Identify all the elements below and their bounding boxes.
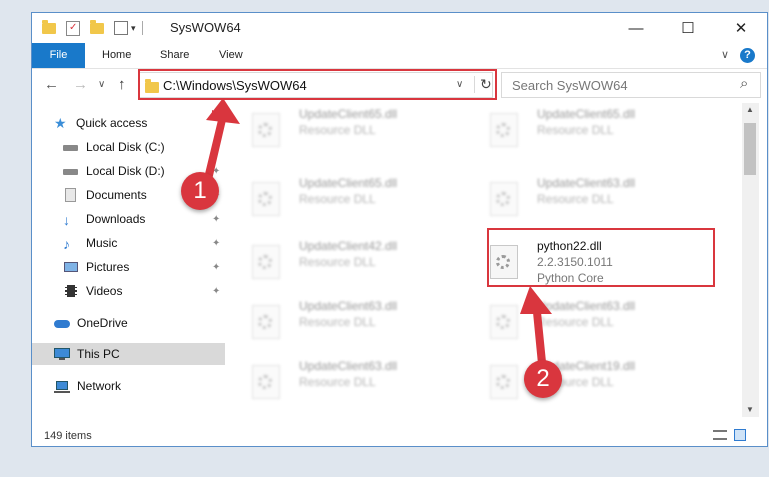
sidebar-item-label: OneDrive (77, 316, 128, 330)
list-item[interactable]: UpdateClient65.dll Resource DLL (232, 107, 452, 159)
title-separator (141, 21, 143, 35)
sidebar-item-onedrive[interactable]: OneDrive (32, 312, 225, 334)
network-icon (54, 379, 70, 393)
tab-view[interactable]: View (219, 43, 243, 68)
dll-file-icon (490, 305, 518, 339)
status-bar: 149 items (32, 426, 767, 448)
sidebar-item-label: Music (86, 236, 118, 250)
sidebar-item-label: Documents (86, 188, 147, 202)
list-item[interactable]: UpdateClient63.dll Resource DLL (232, 299, 452, 351)
window-title: SysWOW64 (170, 20, 241, 35)
tab-home[interactable]: Home (102, 43, 131, 68)
scroll-thumb[interactable] (744, 123, 756, 175)
scroll-down-icon[interactable]: ▼ (746, 405, 754, 414)
list-item[interactable]: UpdateClient65.dll Resource DLL (232, 176, 452, 228)
view-icon[interactable] (114, 21, 128, 35)
folder-icon[interactable] (42, 19, 56, 34)
item-count: 149 items (44, 430, 92, 442)
new-folder-icon[interactable] (90, 19, 104, 34)
sidebar-item-pictures[interactable]: Pictures ✦ (32, 256, 225, 278)
help-icon[interactable]: ? (740, 48, 755, 63)
list-item[interactable]: UpdateClient63.dll Resource DLL (470, 299, 690, 351)
file-highlight (487, 228, 715, 287)
dll-file-icon (490, 182, 518, 216)
dll-file-icon (252, 182, 280, 216)
sidebar-item-local-disk-c[interactable]: Local Disk (C:) (32, 136, 225, 158)
minimize-button[interactable]: — (614, 13, 658, 43)
cloud-icon (54, 316, 70, 330)
documents-icon (63, 188, 79, 202)
details-view-icon[interactable] (713, 430, 727, 440)
quick-access-toolbar: ✓ ▾ (42, 19, 143, 37)
tiles-view-icon[interactable] (734, 429, 746, 441)
sidebar-item-label: Downloads (86, 212, 146, 226)
list-item[interactable]: UpdateClient42.dll Resource DLL (232, 239, 452, 291)
recent-locations-icon[interactable]: ∨ (98, 79, 105, 90)
list-item[interactable]: UpdateClient19.dll Resource DLL (470, 359, 690, 411)
pin-icon[interactable]: ✦ (212, 286, 220, 297)
music-icon: ♪ (63, 236, 70, 252)
sidebar-item-music[interactable]: ♪ Music ✦ (32, 232, 225, 254)
sidebar-item-label: Local Disk (D:) (86, 164, 165, 178)
tab-file[interactable]: File (32, 43, 85, 68)
vertical-scrollbar[interactable]: ▲ ▼ (742, 103, 759, 417)
drive-icon (63, 140, 79, 154)
dll-file-icon (252, 113, 280, 147)
step-2-badge: 2 (524, 360, 562, 398)
list-item[interactable]: UpdateClient63.dll Resource DLL (470, 176, 690, 228)
search-input[interactable]: Search SysWOW64 (512, 78, 628, 93)
drive-icon (63, 164, 79, 178)
sidebar-item-label: Videos (86, 284, 123, 298)
sidebar-item-this-pc[interactable]: This PC (32, 343, 225, 365)
pin-icon[interactable]: ✦ (212, 262, 220, 273)
navigation-pane: ★ Quick access Local Disk (C:) Local Dis… (32, 109, 225, 409)
dll-file-icon (490, 365, 518, 399)
pin-icon[interactable]: ✦ (212, 166, 220, 177)
list-item[interactable]: UpdateClient65.dll Resource DLL (470, 107, 690, 159)
forward-icon[interactable]: → (73, 76, 88, 93)
sidebar-item-videos[interactable]: Videos ✦ (32, 280, 225, 302)
pictures-icon (63, 260, 79, 274)
tab-share[interactable]: Share (160, 43, 189, 68)
ribbon: File Home Share View ∨ ? (32, 43, 767, 69)
maximize-button[interactable]: ☐ (666, 13, 710, 43)
sidebar-item-label: Network (77, 379, 122, 393)
sidebar-item-label: This PC (77, 347, 120, 361)
dll-file-icon (490, 113, 518, 147)
sidebar-item-label: Pictures (86, 260, 130, 274)
pin-icon[interactable]: ✦ (212, 238, 220, 249)
star-icon: ★ (54, 114, 67, 131)
search-icon[interactable]: ⌕ (740, 75, 748, 92)
dll-file-icon (252, 305, 280, 339)
title-bar: ✓ ▾ SysWOW64 — ☐ ✕ (32, 13, 767, 43)
sidebar-item-network[interactable]: Network (32, 375, 225, 397)
scroll-up-icon[interactable]: ▲ (746, 105, 754, 114)
videos-icon (63, 284, 79, 298)
sidebar-item-quick-access[interactable]: ★ Quick access (32, 112, 225, 134)
computer-icon (54, 347, 70, 361)
dll-file-icon (252, 365, 280, 399)
customize-qat-icon[interactable]: ▾ (131, 23, 136, 34)
properties-icon[interactable]: ✓ (66, 20, 80, 36)
download-icon: ↓ (63, 212, 70, 228)
address-bar-highlight (138, 69, 497, 100)
expand-ribbon-icon[interactable]: ∨ (721, 43, 729, 68)
search-box[interactable]: Search SysWOW64 ⌕ (501, 72, 761, 98)
sidebar-item-label: Local Disk (C:) (86, 140, 165, 154)
back-icon[interactable]: ← (44, 76, 59, 93)
close-button[interactable]: ✕ (719, 13, 763, 43)
list-item[interactable]: UpdateClient63.dll Resource DLL (232, 359, 452, 411)
up-icon[interactable]: ↑ (118, 76, 126, 93)
sidebar-item-label: Quick access (76, 116, 148, 130)
pin-icon[interactable]: ✦ (212, 214, 220, 225)
step-1-badge: 1 (181, 172, 219, 210)
sidebar-item-downloads[interactable]: ↓ Downloads ✦ (32, 208, 225, 230)
dll-file-icon (252, 245, 280, 279)
